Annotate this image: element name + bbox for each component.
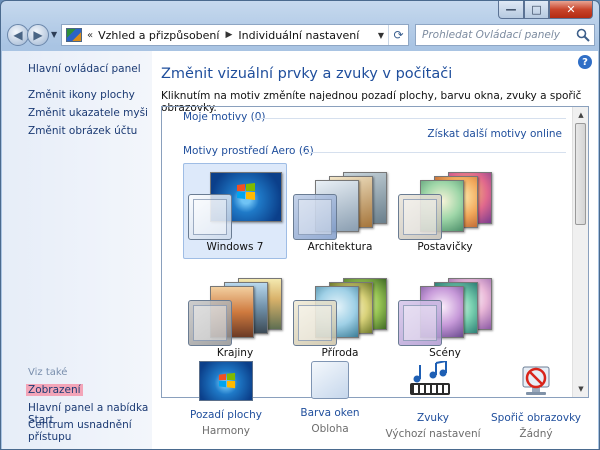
theme-label: Postavičky bbox=[417, 241, 473, 253]
window-color-swatch bbox=[293, 194, 337, 240]
option-value: Žádný bbox=[519, 428, 553, 440]
window-color-swatch bbox=[188, 194, 232, 240]
window-color-option[interactable]: Barva oken Obloha bbox=[275, 361, 385, 435]
back-arrow-icon: ◀ bbox=[13, 28, 23, 42]
theme-tile-nature[interactable]: Příroda bbox=[288, 269, 392, 365]
group-divider bbox=[254, 118, 566, 119]
window-color-swatch bbox=[398, 300, 442, 346]
theme-label: Architektura bbox=[307, 241, 373, 253]
window-color-icon bbox=[311, 361, 349, 399]
theme-label: Windows 7 bbox=[206, 241, 264, 253]
scroll-up-icon[interactable]: ▲ bbox=[573, 107, 588, 123]
windows-logo-icon bbox=[218, 372, 236, 389]
see-also-heading: Viz také bbox=[28, 367, 68, 378]
theme-thumbnail bbox=[293, 274, 389, 346]
sidebar-see-also-display[interactable]: Zobrazení bbox=[26, 384, 83, 396]
option-label[interactable]: Pozadí plochy bbox=[171, 409, 281, 421]
theme-thumbnail bbox=[188, 168, 284, 240]
page-title: Změnit vizuální prvky a zvuky v počítači bbox=[161, 66, 453, 82]
option-value: Výchozí nastavení bbox=[385, 428, 481, 440]
windows-logo-icon bbox=[237, 183, 255, 200]
content-area: Hlavní ovládací panel Změnit ikony ploch… bbox=[2, 51, 598, 449]
breadcrumb-personalization[interactable]: Individuální nastavení bbox=[238, 29, 359, 42]
screensaver-icon bbox=[522, 366, 550, 395]
theme-label: Scény bbox=[429, 347, 461, 359]
breadcrumb-appearance[interactable]: Vzhled a přizpůsobení bbox=[98, 29, 219, 42]
option-label[interactable]: Zvuky bbox=[378, 412, 488, 424]
address-dropdown-icon[interactable]: ▼ bbox=[378, 31, 384, 40]
theme-tile-characters[interactable]: Postavičky bbox=[393, 163, 497, 259]
window-color-swatch bbox=[293, 300, 337, 346]
theme-tile-scenes[interactable]: Scény bbox=[393, 269, 497, 365]
online-themes-link[interactable]: Získat další motivy online bbox=[427, 128, 562, 140]
option-label[interactable]: Barva oken bbox=[275, 407, 385, 419]
refresh-icon[interactable]: ⟳ bbox=[388, 25, 408, 45]
theme-thumbnail bbox=[398, 168, 494, 240]
theme-thumbnail bbox=[188, 274, 284, 346]
theme-list-scrollbar[interactable]: ▲ ▼ bbox=[572, 107, 588, 397]
search-input[interactable]: Prohledat Ovládací panely bbox=[415, 24, 595, 46]
theme-thumbnail bbox=[293, 168, 389, 240]
breadcrumb-overflow-chevron[interactable]: « bbox=[87, 30, 93, 41]
caption-buttons: — □ ✕ bbox=[498, 1, 593, 19]
forward-arrow-icon: ▶ bbox=[33, 28, 43, 42]
minimize-button[interactable]: — bbox=[498, 1, 524, 19]
group-divider bbox=[302, 152, 566, 153]
sidebar-task-desktop-icons[interactable]: Změnit ikony plochy bbox=[28, 89, 135, 101]
theme-list: Moje motivy (0) Získat další motivy onli… bbox=[161, 106, 589, 398]
theme-label: Příroda bbox=[321, 347, 359, 359]
option-value: Obloha bbox=[311, 423, 349, 435]
theme-label: Krajiny bbox=[216, 347, 254, 359]
scroll-thumb[interactable] bbox=[575, 123, 586, 225]
close-button[interactable]: ✕ bbox=[549, 1, 593, 19]
control-panel-icon bbox=[66, 28, 82, 42]
maximize-button[interactable]: □ bbox=[524, 1, 549, 19]
wallpaper-icon bbox=[199, 361, 253, 401]
personalization-window: — □ ✕ ◀ ▶ ▼ « Vzhled a přizpůsobení ▶ In… bbox=[0, 0, 600, 450]
my-themes-heading: Moje motivy (0) bbox=[183, 111, 266, 123]
help-icon[interactable]: ? bbox=[578, 55, 592, 69]
breadcrumb-separator-icon[interactable]: ▶ bbox=[225, 30, 232, 40]
sidebar-task-account-picture[interactable]: Změnit obrázek účtu bbox=[28, 125, 137, 137]
search-icon[interactable] bbox=[576, 28, 590, 42]
sidebar-home-link[interactable]: Hlavní ovládací panel bbox=[28, 63, 141, 75]
main-panel: ? Změnit vizuální prvky a zvuky v počíta… bbox=[152, 51, 598, 449]
back-button[interactable]: ◀ bbox=[7, 24, 29, 46]
sidebar: Hlavní ovládací panel Změnit ikony ploch… bbox=[2, 51, 152, 449]
window-color-swatch bbox=[188, 300, 232, 346]
recent-pages-dropdown-icon[interactable]: ▼ bbox=[51, 30, 57, 39]
screensaver-option[interactable]: Spořič obrazovky Žádný bbox=[481, 361, 591, 440]
search-placeholder: Prohledat Ovládací panely bbox=[422, 29, 560, 41]
theme-tile-landscapes[interactable]: Krajiny bbox=[183, 269, 287, 365]
theme-tile-architecture[interactable]: Architektura bbox=[288, 163, 392, 259]
sounds-icon bbox=[410, 360, 450, 395]
window-color-swatch bbox=[398, 194, 442, 240]
address-bar[interactable]: « Vzhled a přizpůsobení ▶ Individuální n… bbox=[61, 24, 409, 46]
option-label[interactable]: Spořič obrazovky bbox=[481, 412, 591, 424]
navigation-row: ◀ ▶ ▼ « Vzhled a přizpůsobení ▶ Individu… bbox=[7, 24, 595, 46]
option-value: Harmony bbox=[202, 425, 250, 437]
aero-themes-heading: Motivy prostředí Aero (6) bbox=[183, 145, 314, 157]
sidebar-see-also-ease-of-access[interactable]: Centrum usnadnění přístupu bbox=[28, 419, 152, 443]
theme-tile-windows7[interactable]: Windows 7 bbox=[183, 163, 287, 259]
desktop-background-option[interactable]: Pozadí plochy Harmony bbox=[171, 361, 281, 437]
theme-thumbnail bbox=[398, 274, 494, 346]
sidebar-task-mouse-pointers[interactable]: Změnit ukazatele myši bbox=[28, 107, 148, 119]
sounds-option[interactable]: Zvuky Výchozí nastavení bbox=[378, 360, 488, 440]
forward-button[interactable]: ▶ bbox=[27, 24, 49, 46]
